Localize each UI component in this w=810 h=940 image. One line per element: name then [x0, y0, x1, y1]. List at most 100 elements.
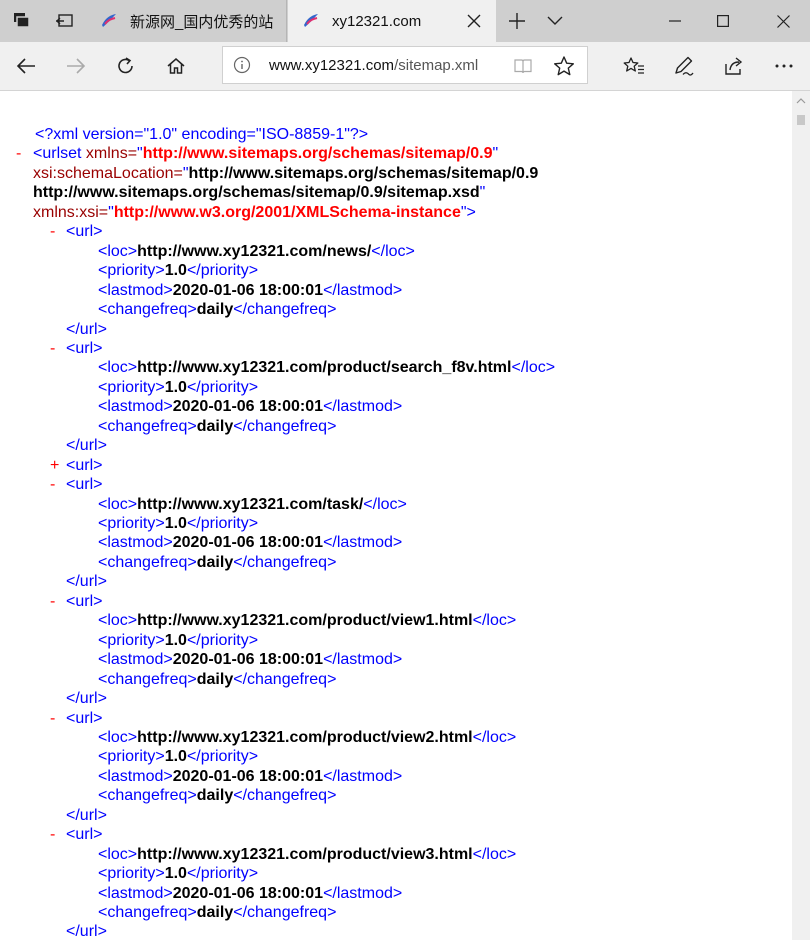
loc-value: http://www.xy12321.com/product/view1.htm…: [137, 612, 473, 630]
url-open-tag: <url>: [66, 223, 103, 241]
minimize-icon[interactable]: [652, 0, 698, 42]
url-open-line: <url>: [66, 825, 102, 845]
more-options-icon[interactable]: [764, 42, 804, 90]
tag-priority-open: <priority>: [98, 262, 165, 280]
url-changefreq-line: <changefreq>daily</changefreq>: [98, 300, 336, 320]
url-close-line: </url>: [66, 689, 107, 709]
favorites-list-icon[interactable]: [614, 42, 654, 90]
url-loc-line: <loc>http://www.xy12321.com/task/</loc>: [98, 495, 407, 515]
url-open-line: <url>: [66, 592, 102, 612]
collapse-toggle[interactable]: -: [50, 825, 55, 844]
tag-priority-close: </priority>: [186, 262, 259, 280]
priority-value: 1.0: [164, 631, 187, 649]
url-loc-line: <loc>http://www.xy12321.com/product/view…: [98, 611, 516, 631]
back-icon[interactable]: [6, 42, 46, 90]
site-info-icon[interactable]: [233, 56, 251, 74]
url-close-line: </url>: [66, 806, 107, 826]
tag-loc-close: </loc>: [472, 845, 517, 863]
url-lastmod-line: <lastmod>2020-01-06 18:00:01</lastmod>: [98, 884, 402, 904]
url-open-tag: <url>: [66, 826, 103, 844]
tag-loc-open: <loc>: [98, 242, 138, 260]
tag-lastmod-close: </lastmod>: [323, 534, 403, 552]
changefreq-value: daily: [196, 417, 234, 435]
url-changefreq-line: <changefreq>daily</changefreq>: [98, 903, 336, 923]
url-priority-line: <priority>1.0</priority>: [98, 631, 258, 651]
set-aside-tabs-icon[interactable]: [0, 0, 44, 42]
url-close-tag: </url>: [66, 690, 107, 708]
xmlns-value: http://www.sitemaps.org/schemas/sitemap/…: [142, 145, 493, 163]
collapse-toggle[interactable]: -: [50, 592, 55, 611]
tab-xy12321[interactable]: xy12321.com: [288, 0, 496, 42]
address-url[interactable]: www.xy12321.com/sitemap.xml: [269, 57, 478, 74]
tag-lastmod-open: <lastmod>: [98, 884, 173, 902]
url-close-tag: </url>: [66, 923, 107, 940]
tag-priority-open: <priority>: [98, 631, 165, 649]
collapse-toggle[interactable]: -: [50, 475, 55, 494]
url-close-tag: </url>: [66, 806, 107, 824]
collapse-toggle[interactable]: -: [16, 144, 21, 163]
scroll-up-arrow-icon[interactable]: [796, 97, 806, 105]
tag-loc-open: <loc>: [98, 728, 138, 746]
loc-value: http://www.xy12321.com/news/: [137, 242, 372, 260]
refresh-icon[interactable]: [106, 42, 146, 90]
url-loc-line: <loc>http://www.xy12321.com/product/sear…: [98, 358, 555, 378]
url-lastmod-line: <lastmod>2020-01-06 18:00:01</lastmod>: [98, 650, 402, 670]
tag-changefreq-open: <changefreq>: [98, 417, 197, 435]
tag-lastmod-close: </lastmod>: [323, 651, 403, 669]
xml-viewer: <?xml version="1.0" encoding="ISO-8859-1…: [0, 91, 792, 940]
tab-list-chevron-icon[interactable]: [538, 0, 572, 42]
tag-loc-close: </loc>: [472, 728, 517, 746]
title-bar: 新源网_国内优秀的站 xy12321.com: [0, 0, 810, 42]
xmlns-xsi-value: http://www.w3.org/2001/XMLSchema-instanc…: [113, 203, 461, 221]
reading-view-icon[interactable]: [513, 56, 533, 76]
favorite-star-icon[interactable]: [553, 55, 575, 77]
url-open-line: <url>: [66, 475, 102, 495]
schema-location-attr: xsi:schemaLocation=: [33, 164, 183, 182]
tag-changefreq-close: </changefreq>: [233, 904, 337, 921]
loc-value: http://www.xy12321.com/product/view2.htm…: [137, 728, 473, 746]
address-bar[interactable]: www.xy12321.com/sitemap.xml: [222, 46, 588, 84]
share-icon[interactable]: [714, 42, 754, 90]
url-open-tag: <url>: [66, 476, 103, 494]
tag-loc-open: <loc>: [98, 495, 138, 513]
url-loc-line: <loc>http://www.xy12321.com/news/</loc>: [98, 242, 415, 262]
url-lastmod-line: <lastmod>2020-01-06 18:00:01</lastmod>: [98, 397, 402, 417]
xmlns-xsi-attr: xmlns:xsi=: [33, 203, 109, 221]
tag-priority-close: </priority>: [186, 631, 259, 649]
tag-lastmod-close: </lastmod>: [323, 767, 403, 785]
url-priority-line: <priority>1.0</priority>: [98, 864, 258, 884]
priority-value: 1.0: [164, 515, 187, 532]
collapse-toggle[interactable]: -: [50, 709, 55, 728]
url-open-tag: <url>: [66, 709, 103, 727]
tab-preview-icon[interactable]: [44, 0, 84, 42]
close-tab-icon[interactable]: [464, 11, 484, 31]
maximize-icon[interactable]: [700, 0, 746, 42]
forward-icon[interactable]: [56, 42, 96, 90]
pen-notes-icon[interactable]: [664, 42, 704, 90]
tag-priority-open: <priority>: [98, 865, 165, 883]
collapse-toggle[interactable]: -: [50, 222, 55, 241]
new-tab-icon[interactable]: [500, 0, 534, 42]
url-lastmod-line: <lastmod>2020-01-06 18:00:01</lastmod>: [98, 281, 402, 301]
tag-changefreq-open: <changefreq>: [98, 904, 197, 921]
priority-value: 1.0: [164, 378, 187, 396]
url-changefreq-line: <changefreq>daily</changefreq>: [98, 786, 336, 806]
tag-loc-open: <loc>: [98, 845, 138, 863]
vertical-scrollbar[interactable]: [792, 91, 810, 940]
collapse-toggle[interactable]: -: [50, 339, 55, 358]
url-changefreq-line: <changefreq>daily</changefreq>: [98, 670, 336, 690]
url-close-tag: </url>: [66, 437, 107, 455]
tag-lastmod-close: </lastmod>: [323, 281, 403, 299]
home-icon[interactable]: [156, 42, 196, 90]
tag-loc-close: </loc>: [511, 359, 556, 377]
tab-xinyuan[interactable]: 新源网_国内优秀的站: [86, 0, 287, 42]
tag-priority-close: </priority>: [186, 865, 259, 883]
close-window-icon[interactable]: [760, 0, 806, 42]
tag-changefreq-open: <changefreq>: [98, 301, 197, 319]
url-priority-line: <priority>1.0</priority>: [98, 378, 258, 398]
quote: ": [492, 145, 499, 163]
expand-toggle[interactable]: +: [50, 456, 59, 475]
nav-toolbar: www.xy12321.com/sitemap.xml: [0, 42, 810, 91]
scroll-thumb[interactable]: [797, 115, 805, 125]
url-close-line: </url>: [66, 436, 107, 456]
